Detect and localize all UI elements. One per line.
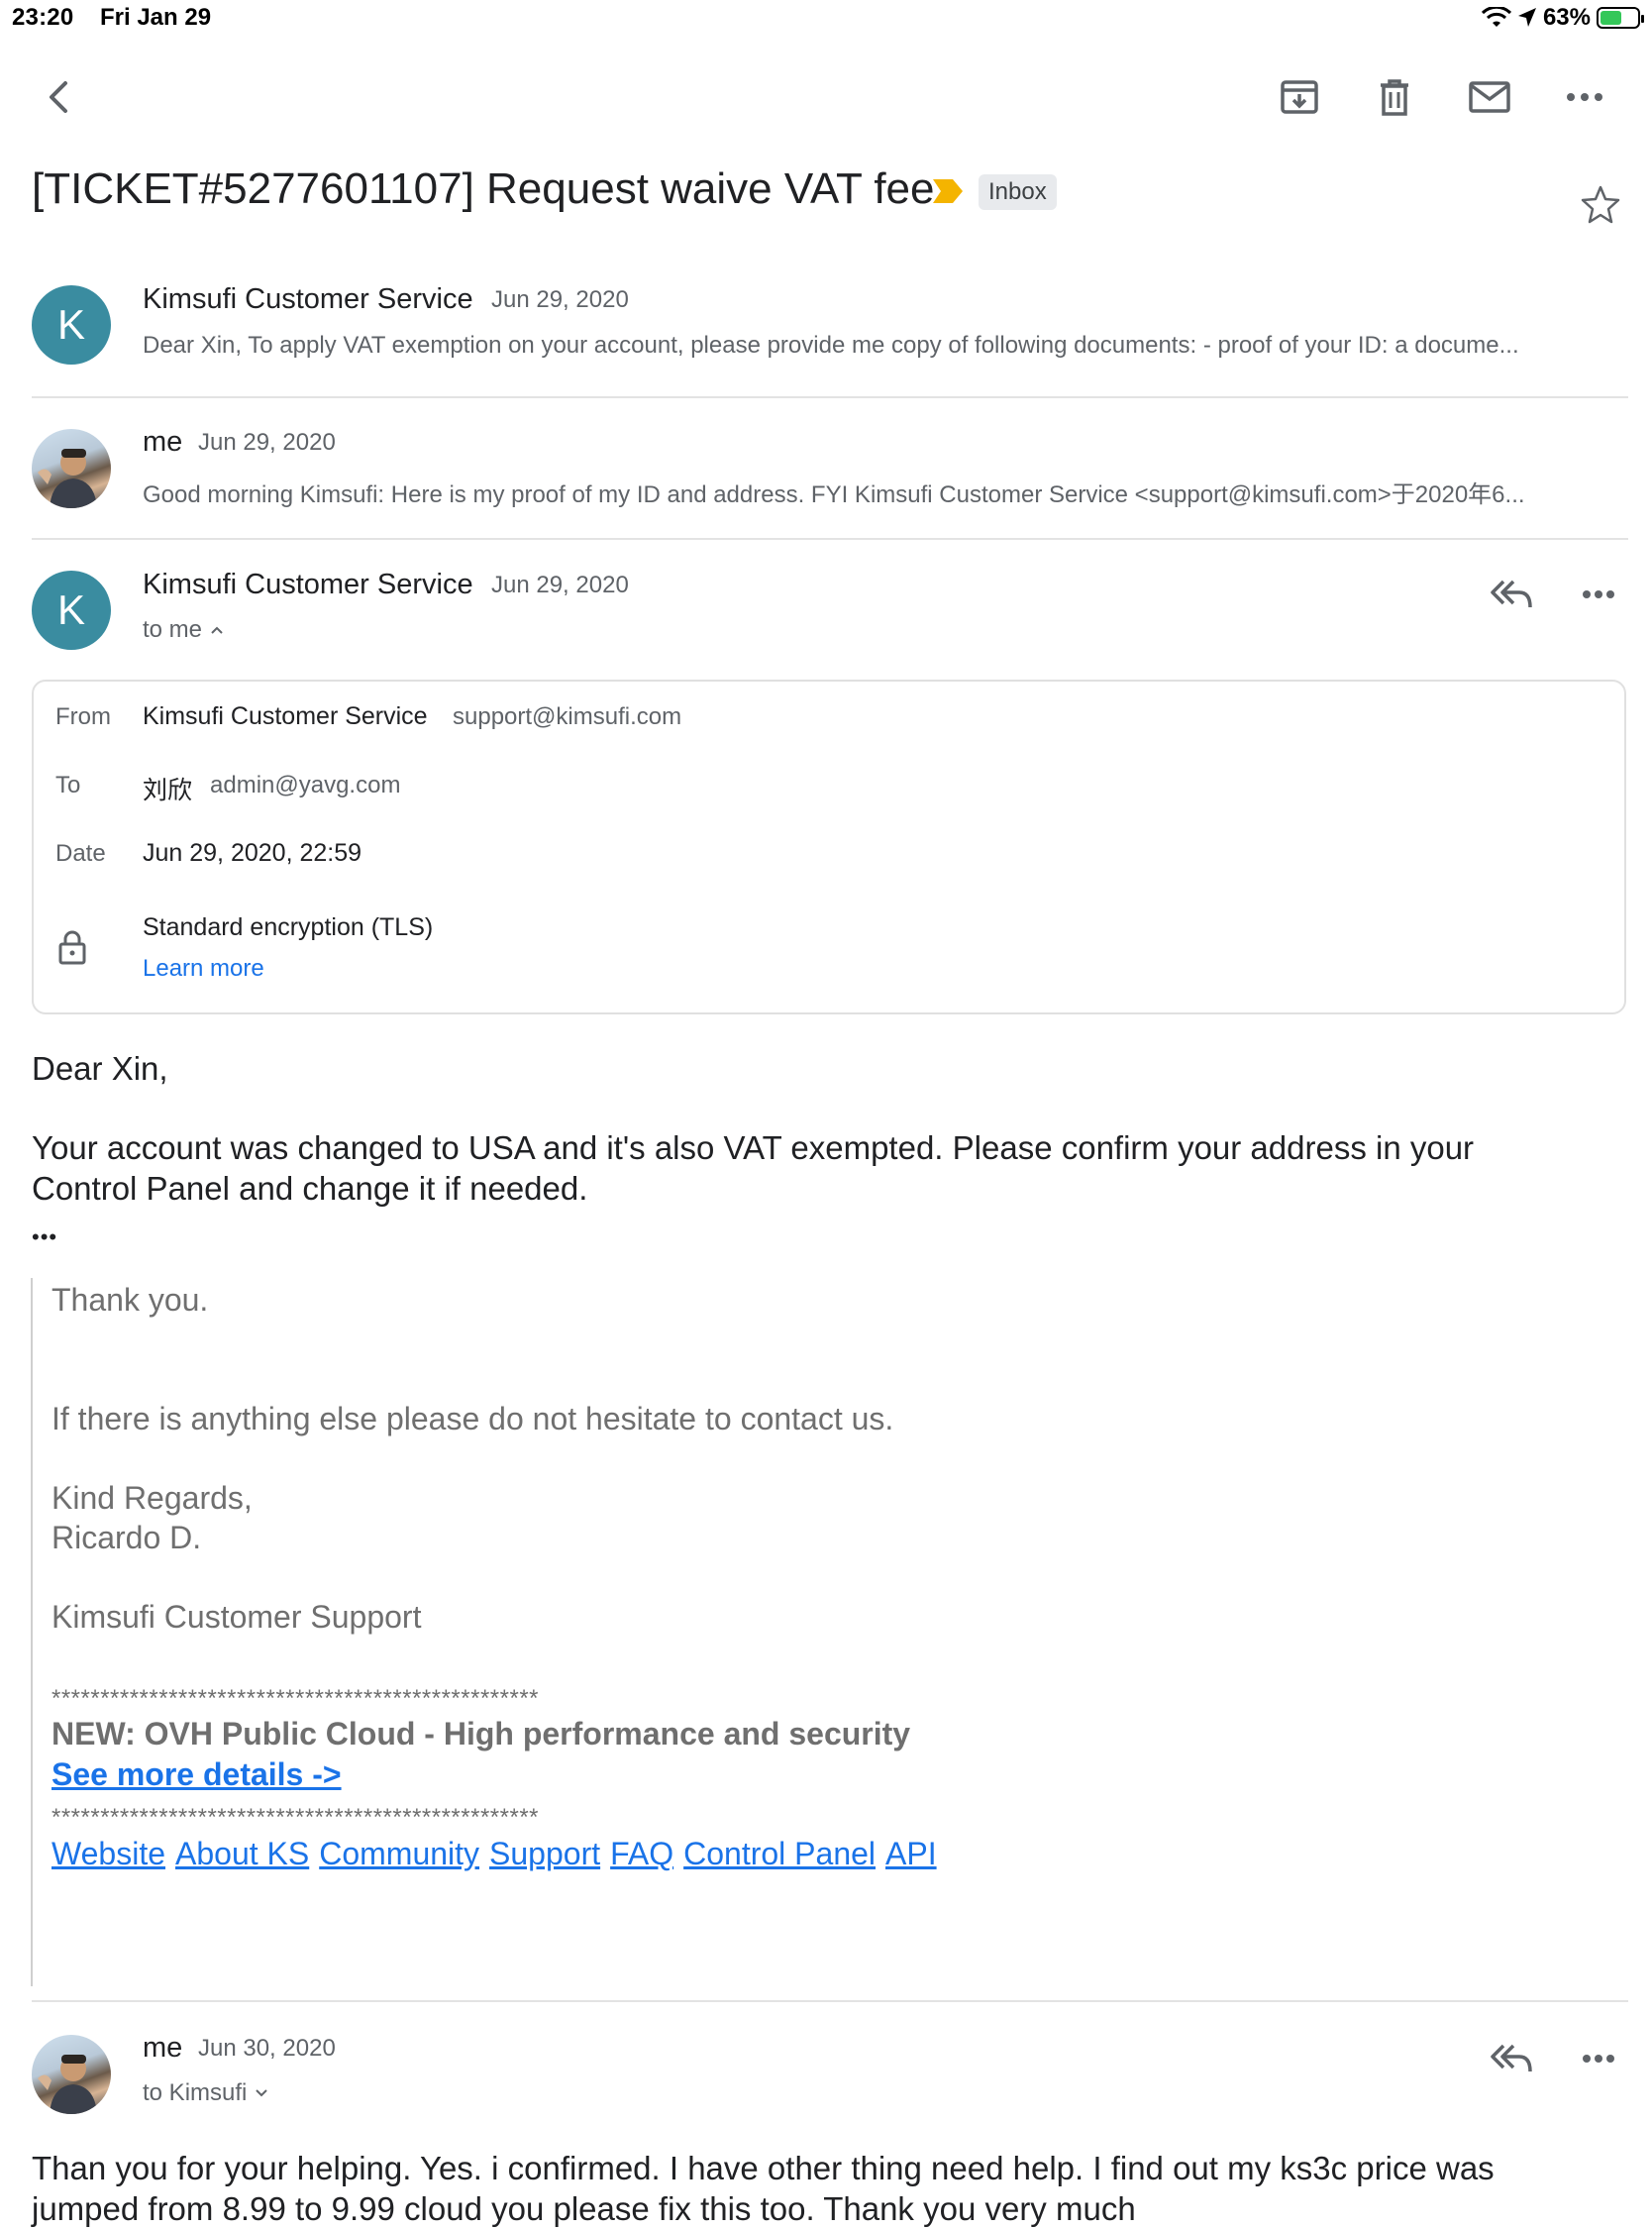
more-options-button[interactable]: [1553, 65, 1616, 129]
from-name: Kimsufi Customer Service: [143, 702, 428, 730]
status-time: 23:20: [12, 4, 74, 31]
body-line: Your account was changed to USA and it's…: [32, 1129, 1475, 1166]
message-date: Jun 29, 2020: [491, 286, 629, 313]
message-snippet: Good morning Kimsufi: Here is my proof o…: [143, 481, 1525, 508]
reply-all-button[interactable]: [1482, 567, 1541, 622]
message-snippet: Dear Xin, To apply VAT exemption on your…: [143, 332, 1519, 359]
star-icon: [1581, 185, 1620, 224]
reply-body-line: Than you for your helping. Yes. i confir…: [32, 2150, 1495, 2186]
to-email: admin@yavg.com: [210, 772, 401, 798]
avatar: [32, 429, 111, 508]
sender-name: me: [143, 426, 183, 458]
chevron-up-icon: [211, 626, 223, 634]
show-trimmed-content-button[interactable]: •••: [32, 1224, 57, 1250]
battery-percent: 63%: [1542, 4, 1591, 31]
wifi-icon: [1481, 7, 1511, 27]
support-link[interactable]: Support: [489, 1834, 600, 1873]
avatar: [32, 2035, 111, 2114]
to-label: To: [55, 772, 81, 798]
lock-icon: [58, 930, 86, 965]
quoted-regards: Kind Regards,: [52, 1480, 253, 1516]
trash-icon: [1381, 79, 1408, 116]
from-email: support@kimsufi.com: [453, 703, 682, 730]
separator-stars: ****************************************…: [52, 1685, 539, 1712]
recipient-summary: to me: [143, 616, 203, 643]
message-date: Jun 30, 2020: [198, 2035, 336, 2062]
learn-more-link[interactable]: Learn more: [143, 955, 264, 983]
back-button[interactable]: [28, 65, 91, 129]
control-panel-link[interactable]: Control Panel: [683, 1834, 876, 1873]
divider: [32, 2000, 1628, 2002]
greeting: Dear Xin,: [32, 1050, 168, 1087]
more-horizontal-icon: [1567, 93, 1602, 101]
faq-link[interactable]: FAQ: [610, 1834, 673, 1873]
encryption-info: Standard encryption (TLS): [143, 913, 434, 941]
archive-button[interactable]: [1268, 65, 1331, 129]
community-link[interactable]: Community: [319, 1834, 479, 1873]
battery-icon: [1597, 7, 1644, 29]
back-arrow-icon: [50, 81, 67, 113]
more-horizontal-icon: [1583, 2055, 1614, 2063]
about-ks-link[interactable]: About KS: [175, 1834, 309, 1873]
body-line: Control Panel and change it if needed.: [32, 1170, 588, 1207]
separator-stars: ****************************************…: [52, 1804, 539, 1831]
email-subject: [TICKET#5277601107] Request waive VAT fe…: [32, 164, 935, 213]
see-more-details-link[interactable]: See more details ->: [52, 1754, 342, 1794]
message-more-button[interactable]: [1575, 575, 1622, 614]
status-right: 63%: [1481, 4, 1644, 32]
from-label: From: [55, 703, 111, 730]
quoted-thanks: Thank you.: [52, 1282, 209, 1318]
recipient-toggle[interactable]: to Kimsufi: [143, 2079, 268, 2107]
quote-bar: [31, 1278, 33, 1986]
quoted-name: Ricardo D.: [52, 1520, 202, 1555]
chevron-down-icon: [256, 2089, 268, 2097]
promo-headline: NEW: OVH Public Cloud - High performance…: [52, 1716, 911, 1751]
message-date: Jun 29, 2020: [198, 429, 336, 456]
avatar: K: [32, 571, 111, 650]
avatar: K: [32, 285, 111, 365]
more-horizontal-icon: [1583, 590, 1614, 598]
footer-links: Website About KS Community Support FAQ C…: [52, 1834, 937, 1873]
quoted-team: Kimsufi Customer Support: [52, 1599, 422, 1635]
inbox-label-chip[interactable]: Inbox: [979, 174, 1057, 210]
important-marker-icon[interactable]: [931, 177, 965, 205]
sender-name: Kimsufi Customer Service: [143, 569, 473, 600]
message-item[interactable]: K Kimsufi Customer Service Jun 29, 2020 …: [0, 277, 1652, 396]
quoted-contact: If there is anything else please do not …: [52, 1401, 894, 1436]
website-link[interactable]: Website: [52, 1834, 165, 1873]
location-icon: [1517, 8, 1536, 27]
person-photo-icon: [38, 449, 97, 508]
message-date: Jun 29, 2020: [491, 572, 629, 598]
api-link[interactable]: API: [885, 1834, 937, 1873]
to-name: 刘欣: [143, 777, 193, 804]
reply-body-line: jumped from 8.99 to 9.99 cloud you pleas…: [32, 2190, 1136, 2227]
reply-all-button[interactable]: [1482, 2031, 1541, 2086]
mark-unread-button[interactable]: [1458, 65, 1521, 129]
reply-all-icon: [1491, 580, 1532, 608]
message-item[interactable]: me Jun 29, 2020 Good morning Kimsufi: He…: [0, 420, 1652, 539]
sender-name: me: [143, 2032, 183, 2064]
date-value: Jun 29, 2020, 22:59: [143, 839, 362, 867]
person-photo-icon: [38, 2055, 97, 2114]
recipient-summary: to Kimsufi: [143, 2079, 248, 2106]
recipient-toggle[interactable]: to me: [143, 616, 224, 644]
sender-name: Kimsufi Customer Service: [143, 283, 473, 315]
message-more-button[interactable]: [1575, 2039, 1622, 2078]
divider: [32, 538, 1628, 540]
status-date: Fri Jan 29: [100, 4, 212, 31]
reply-all-icon: [1491, 2044, 1532, 2072]
delete-button[interactable]: [1363, 65, 1426, 129]
archive-icon: [1281, 80, 1318, 114]
date-label: Date: [55, 840, 106, 867]
star-button[interactable]: [1577, 180, 1624, 228]
divider: [32, 396, 1628, 398]
mail-icon: [1469, 81, 1510, 113]
